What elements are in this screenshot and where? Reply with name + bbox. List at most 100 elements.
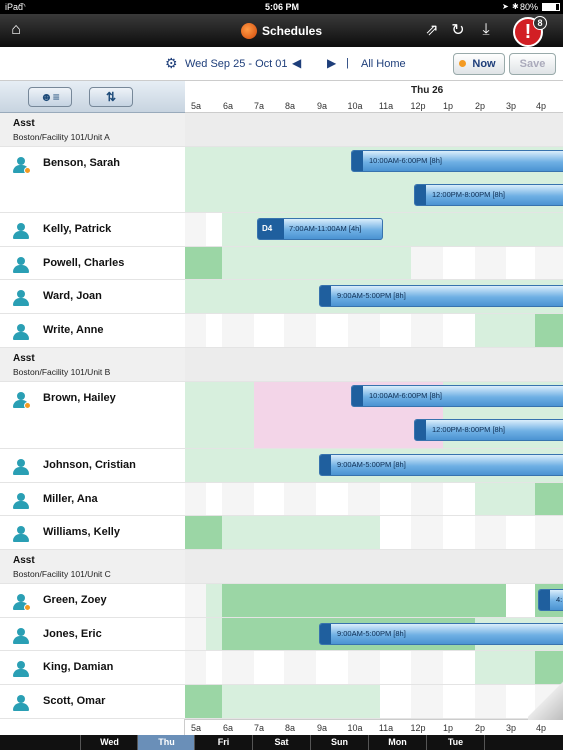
time-slot[interactable]: [185, 449, 206, 482]
time-slot[interactable]: [185, 651, 206, 684]
time-slot[interactable]: [254, 280, 284, 313]
time-slot[interactable]: [380, 584, 411, 617]
time-slot[interactable]: [535, 314, 563, 347]
staff-row[interactable]: Jones, Eric: [0, 618, 185, 651]
time-slot[interactable]: [506, 314, 535, 347]
staff-row[interactable]: Benson, Sarah: [0, 147, 185, 213]
time-slot[interactable]: [254, 382, 284, 448]
staff-row[interactable]: Ward, Joan: [0, 280, 185, 314]
time-slot[interactable]: [206, 213, 222, 246]
time-slot[interactable]: [222, 213, 254, 246]
time-slot[interactable]: [316, 382, 348, 448]
time-slot[interactable]: [380, 314, 411, 347]
day-tab[interactable]: Sun: [310, 735, 368, 750]
time-slot[interactable]: [222, 651, 254, 684]
time-slot[interactable]: [185, 147, 206, 212]
time-slot[interactable]: [284, 314, 316, 347]
time-slot[interactable]: [222, 449, 254, 482]
staff-row[interactable]: King, Damian: [0, 651, 185, 685]
time-slot[interactable]: [206, 584, 222, 617]
sort-button[interactable]: ⇅: [89, 87, 133, 107]
time-slot[interactable]: [316, 651, 348, 684]
time-slot[interactable]: [284, 147, 316, 212]
time-slot[interactable]: [380, 516, 411, 549]
time-slot[interactable]: [475, 483, 506, 515]
staff-row[interactable]: Kelly, Patrick: [0, 213, 185, 247]
time-slot[interactable]: [348, 483, 380, 515]
time-slot[interactable]: [380, 247, 411, 279]
staff-row[interactable]: Brown, Hailey: [0, 382, 185, 449]
time-slot[interactable]: [411, 483, 443, 515]
time-slot[interactable]: [348, 685, 380, 718]
time-slot[interactable]: [185, 247, 206, 279]
time-slot[interactable]: [185, 685, 206, 718]
time-slot[interactable]: [411, 213, 443, 246]
time-slot[interactable]: [443, 314, 475, 347]
view-selector[interactable]: All Home: [361, 58, 406, 70]
time-slot[interactable]: [411, 516, 443, 549]
time-slot[interactable]: [284, 685, 316, 718]
time-slot[interactable]: [535, 483, 563, 515]
time-slot[interactable]: [222, 382, 254, 448]
group-by-person-button[interactable]: ☻≡: [28, 87, 72, 107]
time-slot[interactable]: [475, 651, 506, 684]
time-slot[interactable]: [206, 651, 222, 684]
time-slot[interactable]: [411, 314, 443, 347]
shift-block[interactable]: 9:00AM-5:00PM [8h]: [319, 623, 563, 645]
time-slot[interactable]: [206, 449, 222, 482]
time-slot[interactable]: [411, 247, 443, 279]
time-slot[interactable]: [506, 483, 535, 515]
time-slot[interactable]: [316, 314, 348, 347]
time-slot[interactable]: [206, 685, 222, 718]
staff-row[interactable]: Green, Zoey: [0, 584, 185, 618]
time-slot[interactable]: [316, 516, 348, 549]
time-slot[interactable]: [222, 584, 254, 617]
time-slot[interactable]: [316, 147, 348, 212]
time-slot[interactable]: [443, 213, 475, 246]
time-slot[interactable]: [206, 483, 222, 515]
time-slot[interactable]: [254, 247, 284, 279]
shift-block[interactable]: 12:00PM-8:00PM [8h]: [414, 184, 563, 206]
time-slot[interactable]: [475, 314, 506, 347]
time-slot[interactable]: [316, 483, 348, 515]
time-slot[interactable]: [443, 247, 475, 279]
time-slot[interactable]: [348, 516, 380, 549]
time-slot[interactable]: [348, 584, 380, 617]
time-slot[interactable]: [222, 314, 254, 347]
time-slot[interactable]: [535, 516, 563, 549]
time-slot[interactable]: [284, 618, 316, 650]
shift-block[interactable]: 4:: [538, 589, 563, 611]
shift-block[interactable]: D4 7:00AM-11:00AM [4h]: [257, 218, 383, 240]
time-slot[interactable]: [206, 147, 222, 212]
now-button[interactable]: Now: [453, 53, 505, 75]
time-slot[interactable]: [284, 247, 316, 279]
time-slot[interactable]: [185, 584, 206, 617]
time-slot[interactable]: [411, 685, 443, 718]
time-slot[interactable]: [443, 584, 475, 617]
time-slot[interactable]: [206, 247, 222, 279]
time-slot[interactable]: [411, 651, 443, 684]
time-slot[interactable]: [222, 147, 254, 212]
day-tab[interactable]: Mon: [368, 735, 426, 750]
time-slot[interactable]: [206, 618, 222, 650]
staff-row[interactable]: Williams, Kelly: [0, 516, 185, 550]
time-slot[interactable]: [222, 483, 254, 515]
time-slot[interactable]: [284, 280, 316, 313]
time-slot[interactable]: [316, 247, 348, 279]
time-slot[interactable]: [535, 213, 563, 246]
shift-block[interactable]: 9:00AM-5:00PM [8h]: [319, 285, 563, 307]
time-slot[interactable]: [254, 483, 284, 515]
time-slot[interactable]: [316, 584, 348, 617]
time-slot[interactable]: [284, 449, 316, 482]
time-slot[interactable]: [222, 618, 254, 650]
time-slot[interactable]: [506, 247, 535, 279]
time-slot[interactable]: [348, 247, 380, 279]
save-button[interactable]: Save: [509, 53, 556, 75]
time-slot[interactable]: [185, 516, 206, 549]
time-slot[interactable]: [185, 213, 206, 246]
next-week-arrow-icon[interactable]: ▶: [327, 56, 336, 70]
time-slot[interactable]: [284, 651, 316, 684]
time-slot[interactable]: [185, 618, 206, 650]
staff-row[interactable]: Write, Anne: [0, 314, 185, 348]
time-slot[interactable]: [254, 516, 284, 549]
